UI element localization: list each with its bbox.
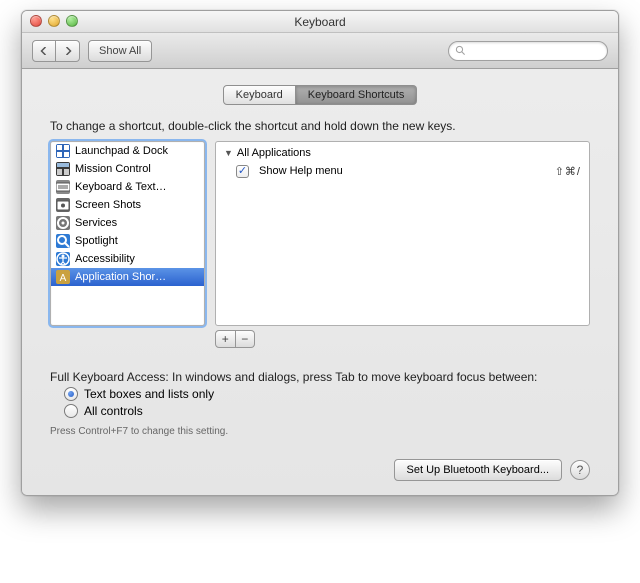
tab-keyboard-shortcuts[interactable]: Keyboard Shortcuts — [296, 85, 418, 105]
radio-label: All controls — [84, 404, 143, 418]
launchpad-icon — [56, 144, 70, 158]
svg-text:A: A — [60, 273, 67, 284]
category-label: Mission Control — [75, 163, 151, 175]
nav-segment — [32, 40, 80, 62]
shortcut-keys[interactable]: ⇧⌘/ — [555, 165, 581, 178]
category-item[interactable]: Keyboard & Text… — [51, 178, 204, 196]
radio-label: Text boxes and lists only — [84, 387, 214, 401]
content-area: Keyboard Keyboard Shortcuts To change a … — [22, 69, 618, 495]
shortcut-checkbox[interactable] — [236, 165, 249, 178]
add-remove-segment: + − — [215, 330, 255, 348]
screenshot-icon — [56, 198, 70, 212]
full-keyboard-access-label: Full Keyboard Access: In windows and dia… — [50, 370, 590, 384]
mission-icon — [56, 162, 70, 176]
category-item[interactable]: A Application Shor… — [51, 268, 204, 286]
back-button[interactable] — [32, 40, 56, 62]
category-item[interactable]: Mission Control — [51, 160, 204, 178]
category-label: Spotlight — [75, 235, 118, 247]
category-list[interactable]: Launchpad & Dock Mission Control Keyboard … — [50, 141, 205, 326]
shortcut-group[interactable]: ▼ All Applications — [216, 144, 589, 162]
help-button[interactable]: ? — [570, 460, 590, 480]
group-label: All Applications — [237, 147, 311, 159]
keyboard-access-hint: Press Control+F7 to change this setting. — [50, 426, 590, 437]
spotlight-icon — [56, 234, 70, 248]
tab-keyboard[interactable]: Keyboard — [223, 85, 296, 105]
show-all-label: Show All — [99, 45, 141, 57]
category-label: Application Shor… — [75, 271, 166, 283]
category-label: Screen Shots — [75, 199, 141, 211]
category-item[interactable]: Services — [51, 214, 204, 232]
footer: Set Up Bluetooth Keyboard... ? — [50, 459, 590, 481]
category-label: Services — [75, 217, 117, 229]
shortcut-list[interactable]: ▼ All Applications Show Help menu ⇧⌘/ — [215, 141, 590, 326]
keyboard-icon — [56, 180, 70, 194]
radio-button[interactable] — [64, 387, 78, 401]
shortcut-label: Show Help menu — [259, 165, 343, 177]
radio-button[interactable] — [64, 404, 78, 418]
accessibility-icon — [56, 252, 70, 266]
radio-text-boxes[interactable]: Text boxes and lists only — [64, 387, 590, 401]
toolbar: Show All — [22, 33, 618, 69]
search-field[interactable] — [448, 41, 608, 61]
services-icon — [56, 216, 70, 230]
preferences-window: Keyboard Show All Keyboard Keyboard Shor… — [21, 10, 619, 496]
panes: Launchpad & Dock Mission Control Keyboard … — [50, 141, 590, 326]
category-item[interactable]: Spotlight — [51, 232, 204, 250]
instruction-text: To change a shortcut, double-click the s… — [50, 119, 590, 133]
close-window-button[interactable] — [30, 15, 42, 27]
zoom-window-button[interactable] — [66, 15, 78, 27]
forward-button[interactable] — [56, 40, 80, 62]
appshort-icon: A — [56, 270, 70, 284]
add-button[interactable]: + — [215, 330, 236, 348]
category-label: Accessibility — [75, 253, 135, 265]
category-label: Keyboard & Text… — [75, 181, 167, 193]
search-icon — [455, 45, 466, 56]
remove-button[interactable]: − — [236, 330, 256, 348]
tab-bar: Keyboard Keyboard Shortcuts — [50, 85, 590, 105]
shortcut-row[interactable]: Show Help menu ⇧⌘/ — [216, 162, 589, 180]
minimize-window-button[interactable] — [48, 15, 60, 27]
window-title: Keyboard — [294, 15, 345, 29]
show-all-button[interactable]: Show All — [88, 40, 152, 62]
category-item[interactable]: Accessibility — [51, 250, 204, 268]
bluetooth-keyboard-button[interactable]: Set Up Bluetooth Keyboard... — [394, 459, 562, 481]
category-label: Launchpad & Dock — [75, 145, 168, 157]
category-item[interactable]: Screen Shots — [51, 196, 204, 214]
radio-all-controls[interactable]: All controls — [64, 404, 590, 418]
disclosure-triangle-icon[interactable]: ▼ — [224, 148, 233, 158]
category-item[interactable]: Launchpad & Dock — [51, 142, 204, 160]
titlebar: Keyboard — [22, 11, 618, 33]
window-controls — [30, 15, 78, 27]
